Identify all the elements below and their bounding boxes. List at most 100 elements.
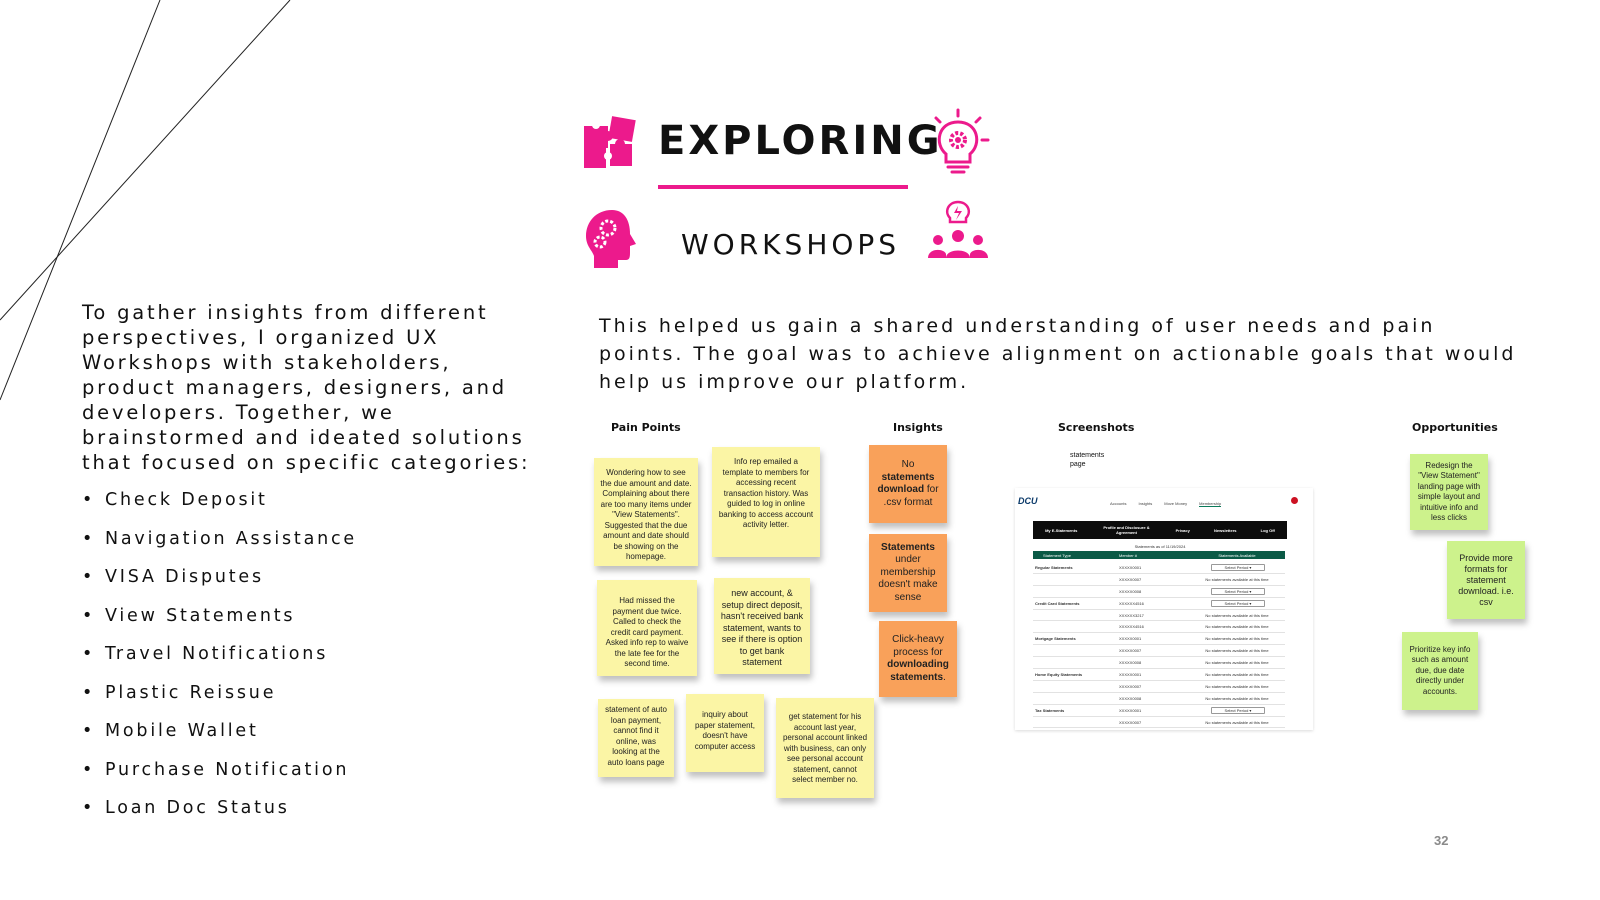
- screenshot-nav-item: Move Money: [1164, 501, 1188, 506]
- opportunity-note: Provide more formats for statement downl…: [1447, 541, 1525, 619]
- insight-note: Click-heavy process for downloading stat…: [879, 621, 957, 697]
- table-row: XXXXX0007 No statements available at this…: [1033, 574, 1285, 586]
- list-item: • Check Deposit: [82, 490, 268, 510]
- list-item: • VISA Disputes: [82, 567, 264, 587]
- screenshot-nav-item: Insights: [1138, 501, 1153, 506]
- pain-point-note: Info rep emailed a template to members f…: [712, 447, 820, 557]
- list-item: • Plastic Reissue: [82, 682, 277, 703]
- insight-text: No: [901, 459, 915, 470]
- table-row: Mortgage Statements XXXXX0001 No statement…: [1033, 633, 1285, 646]
- insight-note: No statements download for .csv format: [869, 445, 947, 523]
- table-cell: Credit Card Statements: [1035, 600, 1080, 606]
- screenshot-caption: statements page: [1070, 452, 1105, 468]
- column-header-opportunities: Opportunities: [1412, 421, 1498, 434]
- pain-point-note: new account, & setup direct deposit, has…: [714, 578, 810, 674]
- table-cell: XXXXX0008: [1119, 695, 1142, 701]
- table-cell: XXXXX0007: [1119, 576, 1142, 582]
- table-row: Tax Statements XXXXX0001 Select Period ▾: [1033, 705, 1285, 717]
- table-cell: No statements available at this time: [1205, 671, 1269, 677]
- table-cell[interactable]: Select Period ▾: [1211, 563, 1265, 571]
- table-cell: XXXXX0001: [1119, 636, 1142, 642]
- opportunity-note: Redesign the "View Statement" landing pa…: [1410, 454, 1488, 530]
- category-label: Purchase Notification: [105, 759, 350, 780]
- table-cell: No statements available at this time: [1205, 660, 1269, 666]
- table-cell: No statements available at this time: [1205, 719, 1269, 725]
- table-row: XXXXXX3217 No statements available at thi…: [1033, 610, 1285, 622]
- page-subtitle: WORKSHOPS: [681, 228, 901, 261]
- table-cell: XXXXXX3217: [1119, 612, 1144, 618]
- screenshot-menu-item: Privacy: [1175, 527, 1190, 533]
- table-cell: No statements available at this time: [1205, 636, 1269, 642]
- head-gears-icon: [586, 210, 636, 268]
- category-label: VISA Disputes: [105, 567, 264, 587]
- insight-text-bold: Statements: [881, 541, 935, 553]
- table-cell[interactable]: Select Period ▾: [1211, 706, 1265, 714]
- insight-note: Statements under membership doesn't make…: [869, 534, 947, 612]
- category-label: Plastic Reissue: [105, 682, 277, 703]
- category-label: Navigation Assistance: [105, 528, 358, 549]
- table-cell[interactable]: Select Period ▾: [1211, 587, 1265, 595]
- table-row: Home Equity Statements XXXXX0001 No statem…: [1033, 669, 1285, 681]
- table-cell: No statements available at this time: [1205, 683, 1269, 689]
- list-item: • Mobile Wallet: [82, 721, 259, 741]
- table-row: Regular Statements XXXXX0001 Select Period…: [1033, 562, 1285, 574]
- table-cell: XXXXXX4516: [1119, 624, 1144, 630]
- list-item: • Purchase Notification: [82, 759, 350, 780]
- category-label: Mobile Wallet: [105, 721, 259, 741]
- screenshot-subheader: Statements as of 11/19/2024: [1134, 544, 1186, 549]
- table-row: XXXXXX4516 No statements available at thi…: [1033, 621, 1285, 634]
- table-row: XXXXX0007 No statements available at this…: [1033, 717, 1285, 729]
- puzzle-icon: [584, 116, 636, 168]
- table-row: XXXXX0007 No statements available at this…: [1033, 681, 1285, 693]
- table-row: Credit Card Statements XXXXXX4516 Select P…: [1033, 598, 1285, 610]
- screenshot-menu-item: My E-Statements: [1045, 527, 1078, 533]
- table-cell: No statements available at this time: [1205, 612, 1269, 618]
- screenshot-nav-item: Accounts: [1110, 501, 1127, 506]
- table-cell: XXXXX0001: [1119, 671, 1142, 677]
- screenshot-th: Statement Type: [1043, 552, 1071, 558]
- category-label: View Statements: [105, 605, 296, 626]
- page-title: EXPLORING: [658, 118, 943, 164]
- table-cell: XXXXXX4516: [1119, 600, 1144, 606]
- insight-text: .: [943, 671, 946, 683]
- screenshot-menu-item: Log Off: [1260, 527, 1275, 533]
- table-cell: XXXXX0001: [1119, 564, 1142, 570]
- pain-point-note: Had missed the payment due twice. Called…: [597, 580, 697, 676]
- pain-point-note: Wondering how to see the due amount and …: [594, 458, 698, 566]
- list-item: • View Statements: [82, 605, 296, 626]
- table-cell[interactable]: Select Period ▾: [1211, 599, 1265, 607]
- table-cell: No statements available at this time: [1205, 648, 1269, 654]
- table-cell: XXXXX0008: [1119, 660, 1142, 666]
- table-cell: Home Equity Statements: [1035, 671, 1083, 677]
- list-item: • Loan Doc Status: [82, 798, 290, 818]
- intro-paragraph: To gather insights from different perspe…: [82, 301, 531, 474]
- category-label: Check Deposit: [105, 490, 268, 510]
- screenshot-th: Member #: [1119, 552, 1138, 558]
- team-idea-icon: [928, 200, 988, 258]
- table-cell: No statements available at this time: [1205, 624, 1269, 630]
- list-item: • Navigation Assistance: [82, 528, 358, 549]
- table-cell: No statements available at this time: [1205, 576, 1269, 582]
- insight-text: Click-heavy process for: [892, 634, 944, 658]
- screenshot-th: Statements Available: [1218, 552, 1256, 558]
- table-cell: XXXXX0007: [1119, 648, 1142, 654]
- page-number: 32: [1434, 833, 1449, 848]
- table-cell: XXXXX0001: [1119, 707, 1142, 713]
- column-header-screenshots: Screenshots: [1058, 421, 1135, 434]
- column-header-insights: Insights: [893, 421, 943, 434]
- screenshot-table: Regular Statements XXXXX0001 Select Period…: [1033, 562, 1285, 729]
- summary-paragraph: This helped us gain a shared understandi…: [599, 315, 1517, 393]
- table-row: XXXXX0008 Select Period ▾: [1033, 586, 1285, 598]
- pain-point-note: statement of auto loan payment, cannot f…: [598, 699, 674, 777]
- screenshot-avatar-icon: [1291, 497, 1298, 504]
- title-underline: [658, 185, 908, 189]
- screenshot-menu-item: Profile and Disclosure & Agreement: [1103, 525, 1150, 535]
- table-row: XXXXX0008 No statements available at this…: [1033, 693, 1285, 705]
- table-cell: XXXXX0007: [1119, 719, 1142, 725]
- table-cell: Regular Statements: [1035, 564, 1073, 570]
- list-item: • Travel Notifications: [82, 644, 329, 664]
- category-label: Loan Doc Status: [105, 798, 290, 818]
- column-header-pain-points: Pain Points: [611, 421, 681, 434]
- statements-page-screenshot: DCU Accounts Insights Move Money Members…: [1015, 488, 1313, 730]
- screenshot-nav-item: Membership: [1199, 501, 1222, 507]
